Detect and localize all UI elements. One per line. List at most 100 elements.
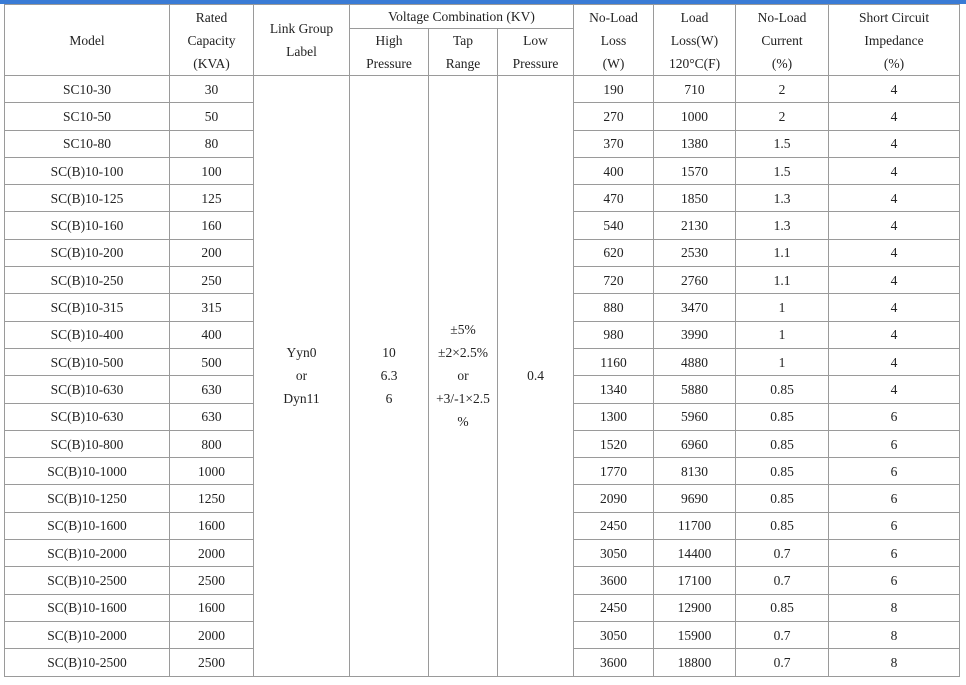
cell-low-pressure-merged: 0.4 <box>496 75 575 677</box>
cell-load-loss: 1000 <box>653 102 737 131</box>
header-load-loss: Load Loss(W) 120°C(F) <box>653 4 737 76</box>
cell-no-load-current: 1.3 <box>735 184 830 213</box>
cell-model: SC10-30 <box>4 74 170 104</box>
cell-no-load-loss: 980 <box>573 320 655 349</box>
cell-load-loss: 14400 <box>653 539 737 568</box>
cell-rated-capacity: 250 <box>169 266 254 295</box>
cell-tap-range-merged: ±5% ±2×2.5% or +3/-1×2.5% <box>428 75 498 677</box>
cell-no-load-current: 0.85 <box>735 511 830 541</box>
cell-short-circuit-impedance: 6 <box>828 429 961 459</box>
table-row: SC10-30 30 Yyn0 or Dyn11 10 6.3 6 ±5% ±2×2.5% or +3… <box>4 74 961 677</box>
cell-load-loss: 17100 <box>653 566 737 595</box>
cell-no-load-loss: 1520 <box>573 429 655 459</box>
cell-rated-capacity: 1000 <box>169 457 254 486</box>
cell-no-load-current: 1.5 <box>735 156 830 186</box>
cell-short-circuit-impedance: 6 <box>828 566 961 595</box>
cell-no-load-current: 0.85 <box>735 457 830 486</box>
cell-short-circuit-impedance: 4 <box>828 129 961 158</box>
cell-short-circuit-impedance: 6 <box>828 484 961 513</box>
header-rated-capacity: Rated Capacity (KVA) <box>169 4 254 76</box>
cell-load-loss: 710 <box>653 74 737 104</box>
header-low-pressure: Low Pressure <box>496 28 575 76</box>
cell-rated-capacity: 630 <box>169 402 254 431</box>
cell-load-loss: 18800 <box>653 648 737 677</box>
cell-no-load-loss: 2090 <box>573 484 655 513</box>
cell-model: SC(B)10-1000 <box>4 457 170 486</box>
cell-short-circuit-impedance: 4 <box>828 211 961 240</box>
cell-no-load-loss: 1160 <box>573 347 655 377</box>
cell-no-load-loss: 1340 <box>573 375 655 404</box>
header-link-group: Link Group Label <box>253 4 350 76</box>
cell-rated-capacity: 630 <box>169 375 254 404</box>
cell-rated-capacity: 1250 <box>169 484 254 513</box>
cell-load-loss: 2760 <box>653 266 737 295</box>
cell-no-load-loss: 2450 <box>573 511 655 541</box>
cell-model: SC(B)10-160 <box>4 211 170 240</box>
cell-short-circuit-impedance: 4 <box>828 320 961 349</box>
cell-model: SC(B)10-2500 <box>4 648 170 677</box>
cell-model: SC(B)10-2000 <box>4 620 170 650</box>
cell-model: SC10-80 <box>4 129 170 158</box>
cell-no-load-current: 1.5 <box>735 129 830 158</box>
cell-link-group-merged: Yyn0 or Dyn11 <box>253 75 350 677</box>
cell-load-loss: 9690 <box>653 484 737 513</box>
cell-model: SC(B)10-1600 <box>4 511 170 541</box>
cell-rated-capacity: 100 <box>169 156 254 186</box>
cell-short-circuit-impedance: 6 <box>828 539 961 568</box>
cell-short-circuit-impedance: 4 <box>828 238 961 268</box>
header-no-load-loss: No-Load Loss (W) <box>573 4 655 76</box>
cell-no-load-loss: 270 <box>573 102 655 131</box>
cell-no-load-current: 1 <box>735 347 830 377</box>
cell-model: SC(B)10-1600 <box>4 593 170 622</box>
cell-no-load-current: 2 <box>735 102 830 131</box>
cell-model: SC(B)10-630 <box>4 375 170 404</box>
cell-no-load-current: 0.7 <box>735 539 830 568</box>
cell-short-circuit-impedance: 6 <box>828 402 961 431</box>
cell-model: SC(B)10-500 <box>4 347 170 377</box>
cell-load-loss: 1380 <box>653 129 737 158</box>
cell-no-load-current: 0.7 <box>735 566 830 595</box>
cell-short-circuit-impedance: 4 <box>828 293 961 322</box>
cell-short-circuit-impedance: 6 <box>828 511 961 541</box>
cell-no-load-loss: 720 <box>573 266 655 295</box>
cell-short-circuit-impedance: 4 <box>828 347 961 377</box>
header-model: Model <box>4 4 170 76</box>
cell-rated-capacity: 2000 <box>169 620 254 650</box>
cell-model: SC(B)10-400 <box>4 320 170 349</box>
cell-load-loss: 8130 <box>653 457 737 486</box>
cell-short-circuit-impedance: 4 <box>828 156 961 186</box>
cell-load-loss: 1570 <box>653 156 737 186</box>
cell-no-load-loss: 370 <box>573 129 655 158</box>
cell-model: SC(B)10-315 <box>4 293 170 322</box>
cell-no-load-current: 0.85 <box>735 484 830 513</box>
header-no-load-current: No-Load Current (%) <box>735 4 830 76</box>
cell-no-load-loss: 620 <box>573 238 655 268</box>
cell-model: SC(B)10-800 <box>4 429 170 459</box>
cell-no-load-current: 0.7 <box>735 620 830 650</box>
cell-short-circuit-impedance: 4 <box>828 266 961 295</box>
cell-no-load-current: 1 <box>735 320 830 349</box>
cell-load-loss: 6960 <box>653 429 737 459</box>
cell-load-loss: 5880 <box>653 375 737 404</box>
cell-no-load-loss: 470 <box>573 184 655 213</box>
cell-rated-capacity: 80 <box>169 129 254 158</box>
cell-rated-capacity: 125 <box>169 184 254 213</box>
cell-short-circuit-impedance: 6 <box>828 457 961 486</box>
cell-no-load-current: 0.7 <box>735 648 830 677</box>
cell-short-circuit-impedance: 8 <box>828 648 961 677</box>
cell-no-load-loss: 190 <box>573 74 655 104</box>
cell-high-pressure-merged: 10 6.3 6 <box>349 75 429 677</box>
cell-no-load-loss: 1770 <box>573 457 655 486</box>
cell-rated-capacity: 30 <box>169 74 254 104</box>
cell-no-load-loss: 880 <box>573 293 655 322</box>
cell-no-load-current: 1 <box>735 293 830 322</box>
cell-no-load-current: 1.1 <box>735 266 830 295</box>
cell-short-circuit-impedance: 4 <box>828 184 961 213</box>
cell-rated-capacity: 2500 <box>169 566 254 595</box>
cell-model: SC(B)10-250 <box>4 266 170 295</box>
cell-no-load-loss: 540 <box>573 211 655 240</box>
cell-rated-capacity: 160 <box>169 211 254 240</box>
cell-no-load-current: 0.85 <box>735 402 830 431</box>
cell-load-loss: 2530 <box>653 238 737 268</box>
cell-rated-capacity: 50 <box>169 102 254 131</box>
